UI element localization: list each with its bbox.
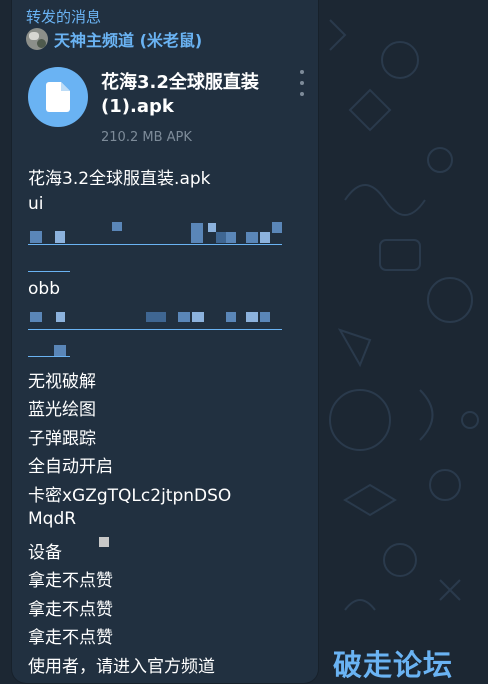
message-line-filename: 花海3.2全球服直装.apk	[28, 169, 211, 189]
message-line-obb: obb	[28, 279, 60, 299]
file-meta: 210.2 MB APK	[101, 130, 192, 145]
feature-line: 蓝光绘图	[28, 400, 96, 420]
channel-note-line: 使用者，请进入官方频道	[28, 657, 215, 677]
note-line: 拿走不点赞	[28, 571, 113, 591]
more-vertical-icon[interactable]	[298, 70, 306, 96]
channel-name[interactable]: 天神主频道 (米老鼠)	[54, 27, 202, 51]
document-icon[interactable]	[28, 67, 88, 127]
feature-line: 无视破解	[28, 372, 96, 392]
message-line-ui: ui	[28, 194, 44, 214]
watermark: 破走论坛	[333, 648, 454, 682]
redacted-marker	[99, 537, 109, 547]
device-line: 设备	[28, 543, 62, 563]
forwarded-label: 转发的消息	[26, 8, 102, 26]
feature-line: 全自动开启	[28, 457, 113, 477]
note-line: 拿走不点赞	[28, 600, 113, 620]
channel-avatar[interactable]	[26, 28, 48, 50]
key-line-continued: MqdR	[28, 509, 77, 529]
note-line: 拿走不点赞	[28, 628, 113, 648]
forward-source[interactable]: 天神主频道 (米老鼠)	[26, 27, 202, 51]
key-line: 卡密xGZgTQLc2jtpnDSO	[28, 486, 232, 506]
feature-line: 子弹跟踪	[28, 429, 96, 449]
file-name[interactable]: 花海3.2全球服直装(1).apk	[101, 71, 281, 119]
